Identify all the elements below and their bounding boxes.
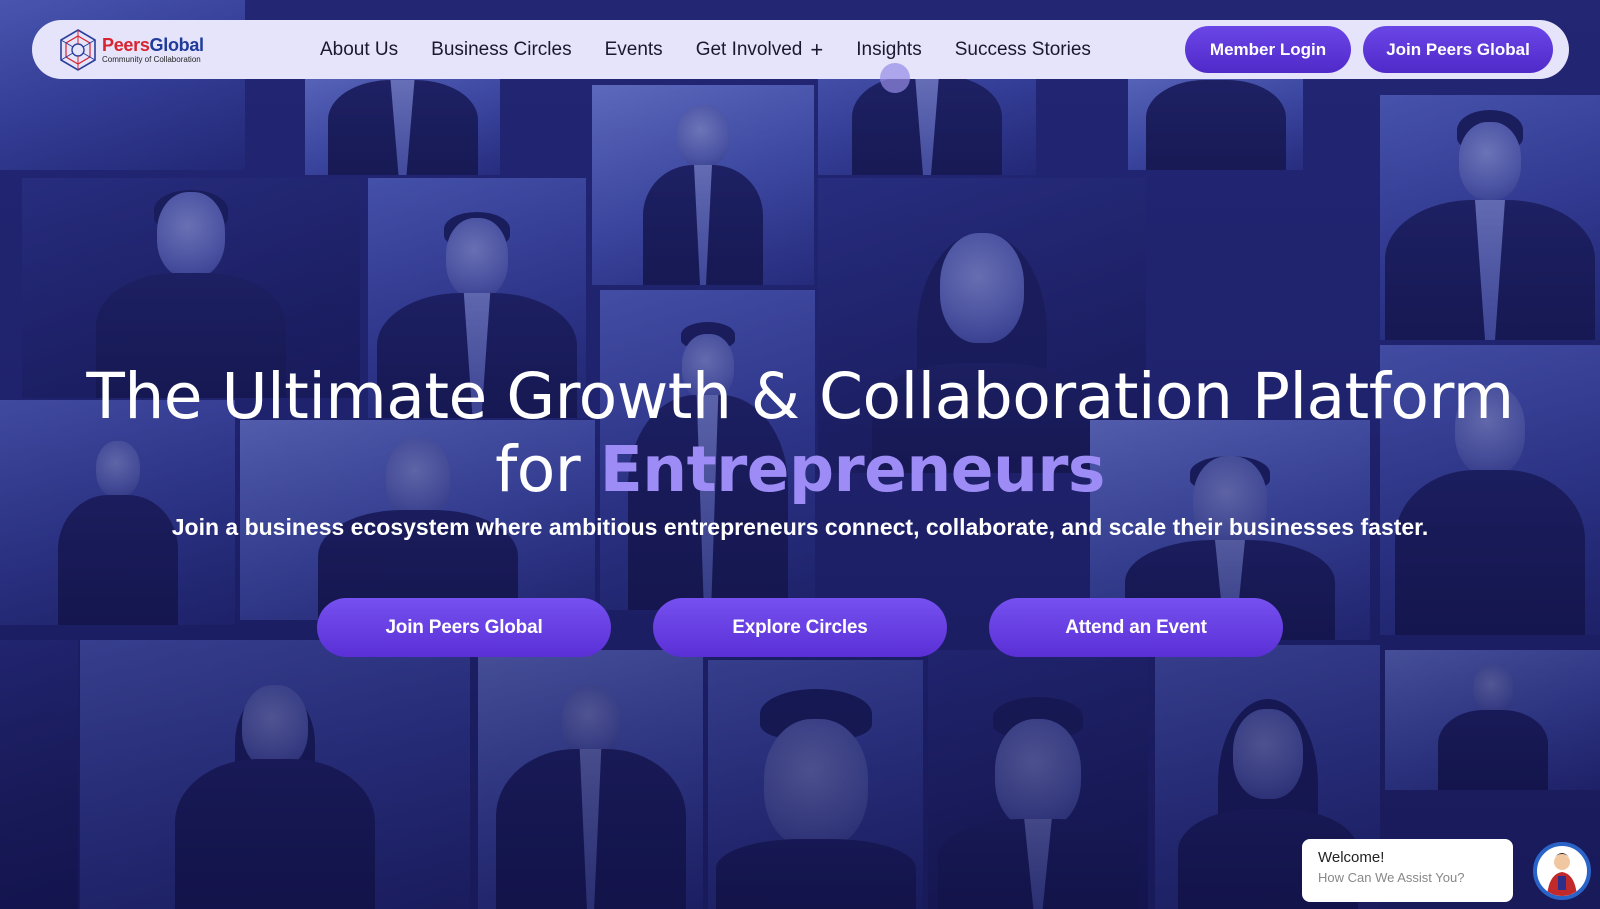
member-login-button[interactable]: Member Login [1185,26,1351,73]
nav-link-events[interactable]: Events [605,39,663,61]
peers-global-logo-icon [60,28,96,71]
attend-event-button[interactable]: Attend an Event [989,598,1283,657]
join-peers-global-nav-button[interactable]: Join Peers Global [1363,26,1553,73]
join-peers-global-button[interactable]: Join Peers Global [317,598,611,657]
brand-logo[interactable]: PeersGlobal Community of Collaboration [56,28,286,72]
nav-link-get-involved[interactable]: Get Involved + [696,36,824,62]
brand-tagline: Community of Collaboration [102,54,201,64]
hero-title: The Ultimate Growth & Collaboration Plat… [0,360,1600,506]
explore-circles-button[interactable]: Explore Circles [653,598,947,657]
nav-actions: Member Login Join Peers Global [1185,26,1553,73]
assistant-figure-icon [1547,853,1577,896]
hero-section: The Ultimate Growth & Collaboration Plat… [0,360,1600,541]
cta-buttons: Join Peers Global Explore Circles Attend… [0,598,1600,657]
chat-welcome-text: Welcome! [1318,849,1385,866]
nav-link-insights[interactable]: Insights [856,39,921,61]
nav-link-business-circles[interactable]: Business Circles [431,39,571,61]
nav-links: About Us Business Circles Events Get Inv… [320,36,1091,62]
hero-title-prefix: for [495,433,581,506]
chat-prompt-text: How Can We Assist You? [1318,870,1465,885]
hero-subtitle: Join a business ecosystem where ambitiou… [171,514,1429,540]
hero-title-accent: Entrepreneurs [599,433,1106,506]
plus-icon: + [810,36,824,62]
mouse-cursor-indicator [880,63,910,93]
top-navbar: PeersGlobal Community of Collaboration A… [32,20,1569,79]
chat-welcome-bubble[interactable]: Welcome! How Can We Assist You? [1302,839,1513,902]
hero-title-line1: The Ultimate Growth & Collaboration Plat… [86,360,1514,433]
nav-link-success-stories[interactable]: Success Stories [955,39,1091,61]
brand-name: PeersGlobal [102,34,204,55]
nav-link-about-us[interactable]: About Us [320,39,398,61]
chat-assistant-avatar-icon[interactable] [1533,842,1591,900]
